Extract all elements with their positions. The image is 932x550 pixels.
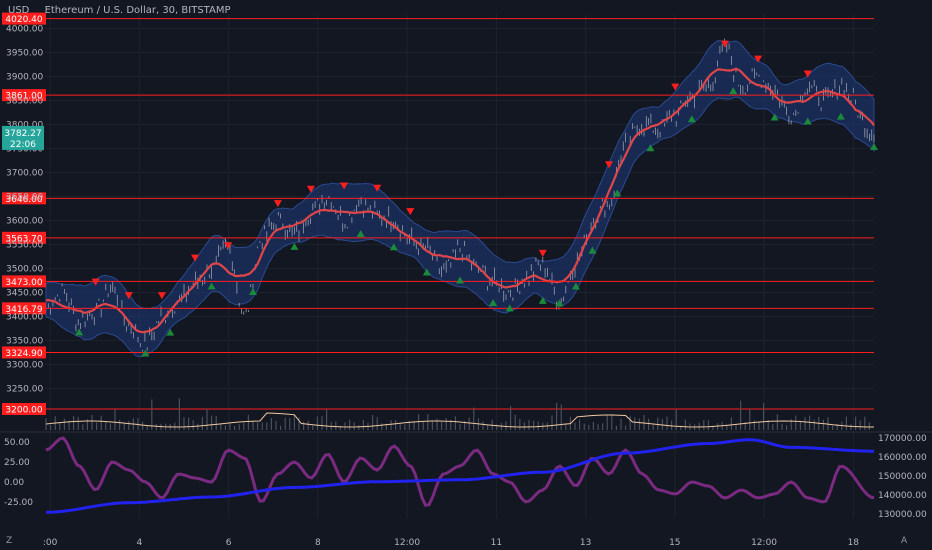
indicator-right-tick: 150000.00 — [878, 472, 927, 482]
symbol-title[interactable]: Ethereum / U.S. Dollar, 30, BITSTAMP — [45, 5, 231, 16]
cumulative-line — [45, 438, 874, 514]
indicator-right-tick: 170000.00 — [878, 434, 927, 444]
level-label: 3324.90 — [5, 349, 42, 359]
y-tick-label: 3450.00 — [6, 288, 43, 298]
y-tick-label: 4000.00 — [6, 24, 43, 34]
y-tick-label: 3600.00 — [6, 216, 43, 226]
x-tick-label: 6 — [226, 538, 232, 548]
x-tick-label: 11 — [491, 538, 502, 548]
last-price-label: 3782.27 — [4, 129, 41, 139]
up-marker — [290, 242, 299, 250]
volume-panel — [45, 398, 874, 430]
x-tick-label: 12:00 — [394, 538, 420, 548]
auto-scale-button[interactable]: A — [901, 536, 907, 546]
y-tick-label: 3900.00 — [6, 72, 43, 82]
level-label: 3200.00 — [5, 406, 42, 416]
y-tick-label: 3550.00 — [6, 240, 43, 250]
x-tick-label: 15 — [669, 538, 680, 548]
x-tick-label: 8 — [315, 538, 321, 548]
indicator-right-tick: 140000.00 — [878, 491, 927, 501]
indicator-left-tick: 50.00 — [4, 438, 30, 448]
currency-unit: USD — [8, 5, 30, 16]
y-tick-label: 3250.00 — [6, 384, 43, 394]
down-marker — [273, 200, 282, 208]
oscillator-line — [45, 436, 875, 507]
x-tick-label: 13 — [580, 538, 591, 548]
y-tick-label: 3650.00 — [6, 192, 43, 202]
indicator-right-tick: 160000.00 — [878, 453, 927, 463]
level-label: 3473.00 — [5, 278, 42, 288]
timezone-button[interactable]: Z — [6, 536, 12, 546]
y-tick-label: 3850.00 — [6, 96, 43, 106]
y-tick-label: 3400.00 — [6, 312, 43, 322]
x-tick-label: 18 — [848, 538, 860, 548]
y-tick-label: 3300.00 — [6, 360, 43, 370]
chart-canvas[interactable]: 4020.403861.003646.003563.703473.003416.… — [0, 0, 932, 550]
indicator-left-tick: 0.00 — [4, 478, 24, 488]
x-tick-label: :00 — [43, 538, 58, 548]
y-tick-label: 3950.00 — [6, 48, 43, 58]
chart-window: 4020.40 3861.00 3646.00 3563.70 3473.00 3416.… — [0, 0, 932, 550]
y-tick-label: 3700.00 — [6, 168, 43, 178]
indicator-left-tick: -25.00 — [4, 498, 33, 508]
x-tick-label: 12:00 — [751, 538, 777, 548]
indicator-right-tick: 130000.00 — [878, 510, 927, 520]
indicator-left-tick: 25.00 — [4, 458, 30, 468]
y-tick-label: 3500.00 — [6, 264, 43, 274]
chart-header: USD Ethereum / U.S. Dollar, 30, BITSTAMP — [8, 5, 231, 16]
down-marker — [538, 249, 547, 257]
x-tick-label: 4 — [137, 538, 143, 548]
y-tick-label: 3350.00 — [6, 336, 43, 346]
countdown-label: 22:06 — [10, 140, 36, 150]
down-marker — [157, 292, 166, 300]
